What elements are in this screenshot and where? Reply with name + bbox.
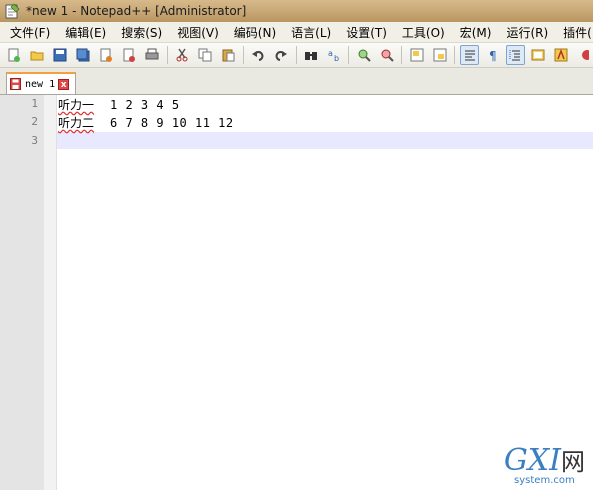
close-all-icon[interactable]: [120, 45, 139, 65]
notepad-app-icon: [5, 3, 20, 19]
menu-edit[interactable]: 编辑(E): [57, 24, 113, 41]
tab-new-1[interactable]: new 1 x: [6, 72, 76, 94]
save-all-icon[interactable]: [74, 45, 93, 65]
window-title: *new 1 - Notepad++ [Administrator]: [26, 4, 247, 18]
menu-run[interactable]: 运行(R): [498, 24, 555, 41]
watermark-logo-text: GXI: [503, 443, 561, 478]
menu-search[interactable]: 搜索(S): [113, 24, 169, 41]
svg-text:b: b: [334, 54, 339, 62]
menu-file[interactable]: 文件(F): [2, 24, 57, 41]
replace-icon[interactable]: ab: [324, 45, 343, 65]
tab-bar: new 1 x: [0, 68, 593, 95]
watermark-logo-suffix: 网: [561, 448, 585, 476]
undo-icon[interactable]: [249, 45, 268, 65]
find-icon[interactable]: [301, 45, 320, 65]
line-values: 6 7 8 9 10 11 12: [110, 116, 234, 130]
doc-map-icon[interactable]: [529, 45, 548, 65]
word-wrap-icon[interactable]: [460, 45, 480, 65]
line-values: 1 2 3 4 5: [110, 98, 180, 112]
code-line[interactable]: 听力二 6 7 8 9 10 11 12: [58, 114, 234, 131]
record-macro-icon[interactable]: [575, 45, 593, 65]
sync-horizontal-icon[interactable]: [430, 45, 449, 65]
menu-plugins[interactable]: 插件(P): [555, 24, 593, 41]
toolbar-separator: [454, 46, 456, 64]
new-file-icon[interactable]: [5, 45, 24, 65]
watermark-logo: GXI网: [504, 446, 585, 477]
redo-icon[interactable]: [272, 45, 291, 65]
save-icon[interactable]: [51, 45, 70, 65]
fold-margin[interactable]: [44, 95, 57, 490]
toolbar-separator: [348, 46, 350, 64]
sync-vertical-icon[interactable]: [407, 45, 426, 65]
menu-encoding[interactable]: 编码(N): [226, 24, 283, 41]
title-bar: *new 1 - Notepad++ [Administrator]: [0, 0, 593, 22]
toolbar-separator: [166, 46, 168, 64]
unsaved-file-icon: [10, 78, 21, 90]
line-number: 1: [31, 97, 38, 110]
menu-macro[interactable]: 宏(M): [452, 24, 499, 41]
menu-settings[interactable]: 设置(T): [338, 24, 394, 41]
line-number: 2: [31, 115, 38, 128]
indent-guide-icon[interactable]: [506, 45, 525, 65]
line-number-gutter: [0, 95, 44, 490]
zoom-in-icon[interactable]: [354, 45, 373, 65]
toolbar: ab ¶: [0, 43, 593, 68]
editor-area[interactable]: 1 2 3 听力一 1 2 3 4 5 听力二 6 7 8 9 10 11 12 G…: [0, 95, 593, 490]
function-list-icon[interactable]: [552, 45, 571, 65]
watermark: GXI网 system.com: [504, 446, 585, 487]
menu-tools[interactable]: 工具(O): [394, 24, 452, 41]
toolbar-separator: [242, 46, 244, 64]
copy-icon[interactable]: [196, 45, 215, 65]
line-label: 听力一: [58, 98, 95, 112]
menu-view[interactable]: 视图(V): [169, 24, 226, 41]
open-file-icon[interactable]: [28, 45, 47, 65]
svg-text:¶: ¶: [489, 49, 497, 62]
line-number: 3: [31, 134, 38, 147]
watermark-site: system.com: [514, 475, 575, 486]
toolbar-separator: [295, 46, 297, 64]
paste-icon[interactable]: [219, 45, 238, 65]
svg-text:a: a: [328, 49, 333, 58]
cut-icon[interactable]: [173, 45, 192, 65]
print-icon[interactable]: [143, 45, 162, 65]
toolbar-separator: [401, 46, 403, 64]
menu-bar: 文件(F) 编辑(E) 搜索(S) 视图(V) 编码(N) 语言(L) 设置(T…: [0, 22, 593, 43]
current-line-highlight: [57, 132, 593, 149]
tab-label: new 1: [25, 78, 56, 90]
code-line[interactable]: 听力一 1 2 3 4 5: [58, 96, 180, 113]
close-icon[interactable]: [97, 45, 116, 65]
tab-close-icon[interactable]: x: [58, 78, 70, 90]
zoom-out-icon[interactable]: [377, 45, 396, 65]
show-all-chars-icon[interactable]: ¶: [483, 45, 502, 65]
menu-language[interactable]: 语言(L): [283, 24, 338, 41]
line-label: 听力二: [58, 116, 95, 130]
